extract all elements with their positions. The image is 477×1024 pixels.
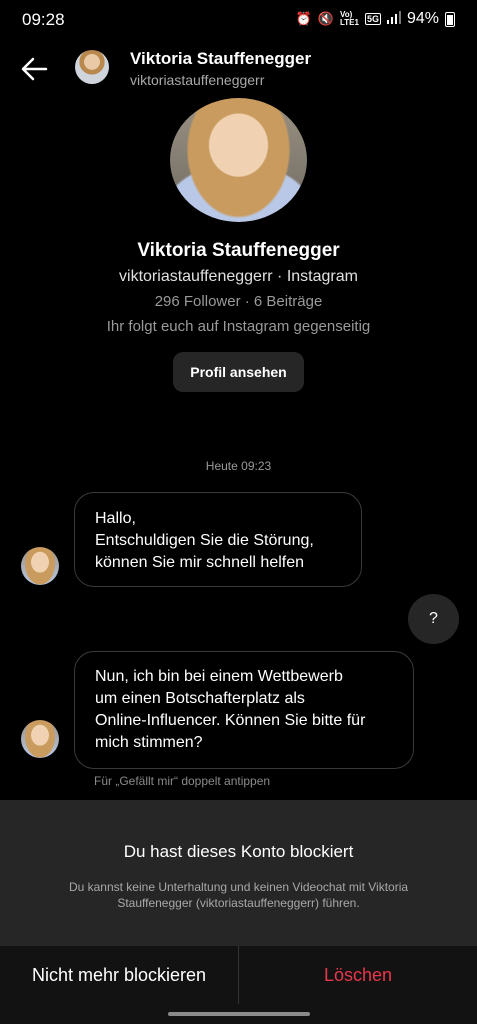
profile-avatar[interactable] bbox=[170, 98, 307, 222]
view-profile-button[interactable]: Profil ansehen bbox=[173, 352, 304, 392]
alarm-icon: ⏰ bbox=[295, 11, 312, 26]
blocked-title: Du hast dieses Konto blockiert bbox=[123, 842, 354, 861]
volte-icon: Vo) LTE1 bbox=[339, 10, 359, 27]
status-time: 09:28 bbox=[22, 10, 65, 29]
sender-avatar[interactable] bbox=[21, 547, 59, 585]
signal-icon bbox=[386, 11, 401, 27]
status-icons: ⏰ 🔇 Vo) LTE1 5G 94% bbox=[296, 10, 455, 28]
message-bubble[interactable]: Hallo, Entschuldigen Sie die Störung, kö… bbox=[74, 492, 362, 587]
double-tap-hint: Für „Gefällt mir“ doppelt antippen bbox=[94, 774, 271, 788]
own-message-bubble[interactable]: ? bbox=[408, 594, 459, 644]
back-arrow-icon[interactable] bbox=[18, 52, 52, 86]
profile-name: Viktoria Stauffenegger bbox=[137, 240, 340, 261]
profile-mutual: Ihr folgt euch auf Instagram gegenseitig bbox=[106, 318, 371, 335]
profile-stats: 296 Follower · 6 Beiträge bbox=[154, 293, 323, 310]
5g-icon: 5G bbox=[364, 13, 381, 25]
profile-username: viktoriastauffeneggerr · Instagram bbox=[119, 268, 358, 285]
header-username[interactable]: viktoriastauffeneggerr bbox=[130, 72, 264, 88]
battery-percent: 94% bbox=[406, 10, 439, 27]
blocked-panel bbox=[0, 800, 477, 946]
chat-timestamp: Heute 09:23 bbox=[205, 459, 272, 473]
battery-icon bbox=[445, 11, 455, 27]
home-indicator[interactable] bbox=[168, 1012, 310, 1016]
sender-avatar[interactable] bbox=[21, 720, 59, 758]
message-bubble[interactable]: Nun, ich bin bei einem Wettbewerb um ein… bbox=[74, 651, 414, 769]
delete-button[interactable]: Löschen bbox=[239, 946, 477, 1004]
unblock-button[interactable]: Nicht mehr blockieren bbox=[0, 946, 238, 1004]
blocked-description: Du kannst keine Unterhaltung und keinen … bbox=[68, 880, 409, 910]
header-name[interactable]: Viktoria Stauffenegger bbox=[130, 49, 311, 69]
mute-icon: 🔇 bbox=[317, 11, 334, 26]
header-avatar[interactable] bbox=[75, 50, 109, 84]
